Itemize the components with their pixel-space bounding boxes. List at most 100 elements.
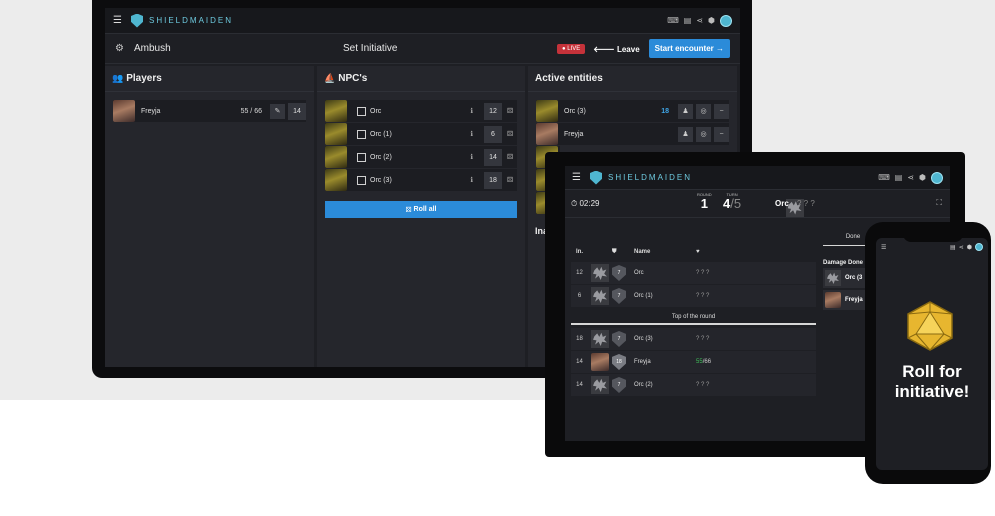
clipboard-icon[interactable]: ▤ bbox=[950, 244, 956, 251]
user-avatar[interactable] bbox=[975, 243, 983, 251]
npc-checkbox[interactable] bbox=[357, 106, 366, 116]
tracker-header: ⏱ 02:29 ROUND 1 TURN 4/5 Orc ? ? ? ⛶ bbox=[565, 190, 950, 218]
npc-name: Orc (3) bbox=[370, 176, 392, 184]
npc-initiative-input[interactable]: 12 bbox=[484, 102, 502, 120]
npc-name: Orc bbox=[370, 107, 382, 115]
clipboard-icon[interactable]: ▤ bbox=[895, 173, 903, 182]
active-initiative: 18 bbox=[661, 107, 669, 115]
row-hp: ? ? ? bbox=[696, 293, 710, 299]
roll-for-initiative-text: Roll for initiative! bbox=[876, 362, 988, 402]
npc-row: Orc ℹ 12 ⚄ bbox=[325, 100, 517, 122]
npc-initiative-input[interactable]: 18 bbox=[484, 171, 502, 189]
roll-line-2: initiative! bbox=[894, 382, 970, 401]
npc-checkbox[interactable] bbox=[357, 152, 366, 162]
brand-name[interactable]: SHIELDMAIDEN bbox=[149, 16, 233, 25]
roll-dice-icon[interactable]: ⚄ bbox=[507, 130, 517, 138]
row-name: Orc (2) bbox=[634, 382, 653, 388]
roll-all-label: Roll all bbox=[413, 206, 437, 213]
npc-initiative-input[interactable]: 6 bbox=[484, 125, 502, 143]
clipboard-icon[interactable]: ▤ bbox=[684, 16, 692, 25]
topbar-icons: ⌨ ▤ ⋖ ⬢ bbox=[878, 171, 943, 184]
d20-icon bbox=[907, 301, 953, 351]
npc-checkbox[interactable] bbox=[357, 175, 366, 185]
npcs-column: ⛵ NPC's Orc ℹ 12 ⚄ Orc (1) ℹ 6 ⚄ Orc (2)… bbox=[317, 66, 525, 367]
leave-label: Leave bbox=[616, 44, 640, 54]
leave-button[interactable]: 🡐 Leave bbox=[593, 44, 639, 54]
menu-icon[interactable]: ☰ bbox=[881, 244, 886, 251]
row-hp: ? ? ? bbox=[696, 270, 710, 276]
active-heading: Active entities bbox=[528, 66, 737, 92]
gear-icon[interactable]: ⚙ bbox=[115, 43, 124, 54]
hp-max: /66 bbox=[702, 359, 712, 365]
table-row[interactable]: 14 7 Orc (2) ? ? ? bbox=[571, 374, 816, 396]
keyboard-icon[interactable]: ⌨ bbox=[878, 173, 890, 182]
table-row[interactable]: 12 7 Orc ? ? ? bbox=[571, 262, 816, 284]
user-icon[interactable]: ♟ bbox=[678, 103, 693, 119]
info-icon[interactable]: ℹ bbox=[470, 107, 473, 115]
user-avatar[interactable] bbox=[720, 14, 732, 27]
remove-icon[interactable]: − bbox=[714, 103, 729, 119]
live-badge[interactable]: ● LIVE bbox=[556, 43, 586, 54]
timer-value: 02:29 bbox=[579, 198, 600, 208]
row-hp: ? ? ? bbox=[696, 336, 710, 342]
user-avatar[interactable] bbox=[931, 171, 943, 184]
table-row[interactable]: 14 18 Freyja 55/66 bbox=[571, 351, 816, 373]
armor-class-icon: ⛊ bbox=[612, 248, 617, 255]
phone-screen: ☰ ▤ ⋖ ⬢ Roll for initiative! bbox=[876, 238, 988, 470]
freyja-portrait bbox=[113, 100, 135, 122]
table-row[interactable]: 6 7 Orc (1) ? ? ? bbox=[571, 285, 816, 307]
brand-name[interactable]: SHIELDMAIDEN bbox=[608, 173, 692, 182]
row-name: Orc bbox=[634, 270, 644, 276]
row-init: 14 bbox=[576, 359, 583, 365]
current-entity-hp: ? ? ? bbox=[797, 199, 815, 208]
damage-name: Freyja bbox=[845, 297, 863, 303]
page-title: Set Initiative bbox=[343, 43, 398, 54]
share-icon[interactable]: ⋖ bbox=[959, 244, 964, 251]
fullscreen-icon[interactable]: ⛶ bbox=[936, 198, 942, 208]
info-icon[interactable]: ℹ bbox=[470, 130, 473, 138]
info-icon[interactable]: ℹ bbox=[470, 176, 473, 184]
roll-line-1: Roll for bbox=[902, 362, 962, 381]
orc-portrait bbox=[325, 146, 347, 168]
shieldmaiden-logo-icon[interactable] bbox=[590, 170, 602, 185]
table-row[interactable]: 18 7 Orc (3) ? ? ? bbox=[571, 328, 816, 350]
orc-portrait bbox=[325, 169, 347, 191]
roll-dice-icon[interactable]: ⚄ bbox=[507, 153, 517, 161]
marketing-stage: ☰ SHIELDMAIDEN ⌨ ▤ ⋖ ⬢ ⚙ Ambush Set Init… bbox=[0, 0, 995, 516]
roll-dice-icon[interactable]: ⚄ bbox=[507, 176, 517, 184]
dice-icon[interactable]: ⬢ bbox=[708, 16, 715, 25]
orc-portrait bbox=[825, 270, 841, 286]
roll-dice-icon[interactable]: ⚄ bbox=[507, 107, 517, 115]
npc-checkbox[interactable] bbox=[357, 129, 366, 139]
players-column: 👥 Players Freyja 55 / 66 ✎ 14 bbox=[105, 66, 314, 367]
npc-name: Orc (1) bbox=[370, 130, 392, 138]
roll-all-button[interactable]: ⚄ Roll all bbox=[325, 201, 517, 218]
hide-icon[interactable]: ◎ bbox=[696, 103, 711, 119]
edit-icon[interactable]: ✎ bbox=[270, 103, 285, 119]
share-icon[interactable]: ⋖ bbox=[696, 16, 703, 25]
dice-icon[interactable]: ⬢ bbox=[967, 244, 972, 251]
orc-portrait bbox=[536, 100, 558, 122]
start-encounter-button[interactable]: Start encounter → bbox=[648, 39, 730, 58]
armor-class: 18 bbox=[612, 354, 626, 370]
keyboard-icon[interactable]: ⌨ bbox=[667, 16, 679, 25]
active-row: Orc (3) 18 ♟ ◎ − bbox=[536, 100, 729, 122]
player-initiative-input[interactable]: 14 bbox=[288, 102, 306, 120]
hide-icon[interactable]: ◎ bbox=[696, 126, 711, 142]
menu-icon[interactable]: ☰ bbox=[572, 172, 586, 183]
remove-icon[interactable]: − bbox=[714, 126, 729, 142]
info-icon[interactable]: ℹ bbox=[470, 153, 473, 161]
shieldmaiden-logo-icon[interactable] bbox=[131, 13, 143, 28]
dice-icon[interactable]: ⬢ bbox=[919, 173, 926, 182]
row-name: Orc (3) bbox=[634, 336, 653, 342]
user-icon[interactable]: ♟ bbox=[678, 126, 693, 142]
row-init: 6 bbox=[577, 293, 582, 299]
npc-initiative-input[interactable]: 14 bbox=[484, 148, 502, 166]
share-icon[interactable]: ⋖ bbox=[907, 173, 914, 182]
orc-portrait bbox=[325, 100, 347, 122]
freyja-portrait bbox=[825, 292, 841, 308]
timer: ⏱ 02:29 bbox=[571, 198, 600, 208]
menu-icon[interactable]: ☰ bbox=[113, 15, 127, 26]
player-hp: 55 / 66 bbox=[240, 107, 262, 115]
npc-name: Orc (2) bbox=[370, 153, 392, 161]
